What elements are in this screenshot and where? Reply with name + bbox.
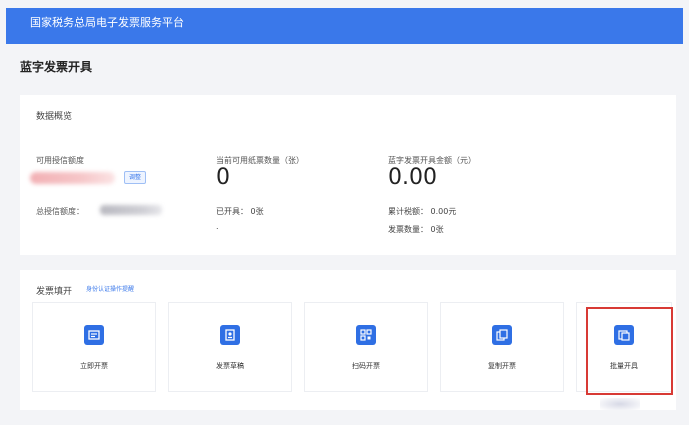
total-credit-label: 总授信额度： <box>36 207 84 216</box>
identity-help-link[interactable]: 身份认证操作提醒 <box>86 284 134 293</box>
issued-subtext: . <box>216 222 219 231</box>
copy-invoice-icon <box>492 325 512 345</box>
available-credit-value-redacted <box>30 172 115 184</box>
tile-issue-now[interactable]: 立即开票 <box>32 302 156 392</box>
data-overview-card: 数据概览 可用授信额度 调整 当前可用纸票数量（张） 0 蓝字发票开具金额（元）… <box>20 95 676 255</box>
tile-scan-issue[interactable]: 扫码开票 <box>304 302 428 392</box>
top-header-bar: 国家税务总局电子发票服务平台 <box>6 8 683 44</box>
invoice-now-icon <box>84 325 104 345</box>
blue-amount-value: 0.00 <box>388 165 437 190</box>
tile-invoice-draft-label: 发票草稿 <box>216 362 244 370</box>
invoice-count-label: 发票数量： <box>388 225 428 234</box>
qr-scan-icon <box>356 325 376 345</box>
tile-copy-issue-label: 复制开票 <box>488 362 516 370</box>
tax-label: 累计税额： <box>388 207 428 216</box>
tile-batch-issue[interactable]: 批量开具 <box>576 302 672 392</box>
batch-issue-icon <box>614 325 634 345</box>
invoice-fill-title: 发票填开 <box>36 287 73 297</box>
tax-value: 0.00元 <box>430 207 457 216</box>
paper-count-value: 0 <box>216 165 230 190</box>
tile-issue-now-label: 立即开票 <box>80 362 108 370</box>
overview-title: 数据概览 <box>36 112 73 122</box>
tile-batch-issue-label: 批量开具 <box>610 362 638 370</box>
draft-icon <box>220 325 240 345</box>
invoice-count-value: 0张 <box>430 225 444 234</box>
tile-invoice-draft[interactable]: 发票草稿 <box>168 302 292 392</box>
tax-stat: 累计税额： 0.00元 <box>388 206 456 217</box>
decorative-blur <box>600 398 640 410</box>
issued-value: 0张 <box>250 207 264 216</box>
invoice-count-stat: 发票数量： 0张 <box>388 224 444 235</box>
available-credit-label: 可用授信额度 <box>36 156 84 165</box>
tile-scan-issue-label: 扫码开票 <box>352 362 380 370</box>
adjust-credit-button[interactable]: 调整 <box>124 171 147 184</box>
issued-label: 已开具： <box>216 207 248 216</box>
page-title: 蓝字发票开具 <box>20 60 93 74</box>
total-credit-value-redacted <box>100 205 162 215</box>
platform-title: 国家税务总局电子发票服务平台 <box>30 16 184 29</box>
invoice-fill-card: 发票填开 身份认证操作提醒 立即开票 发票草稿 扫码开票 复制开票 批量开具 <box>20 270 676 410</box>
tile-copy-issue[interactable]: 复制开票 <box>440 302 564 392</box>
issued-stat: 已开具： 0张 <box>216 206 264 217</box>
